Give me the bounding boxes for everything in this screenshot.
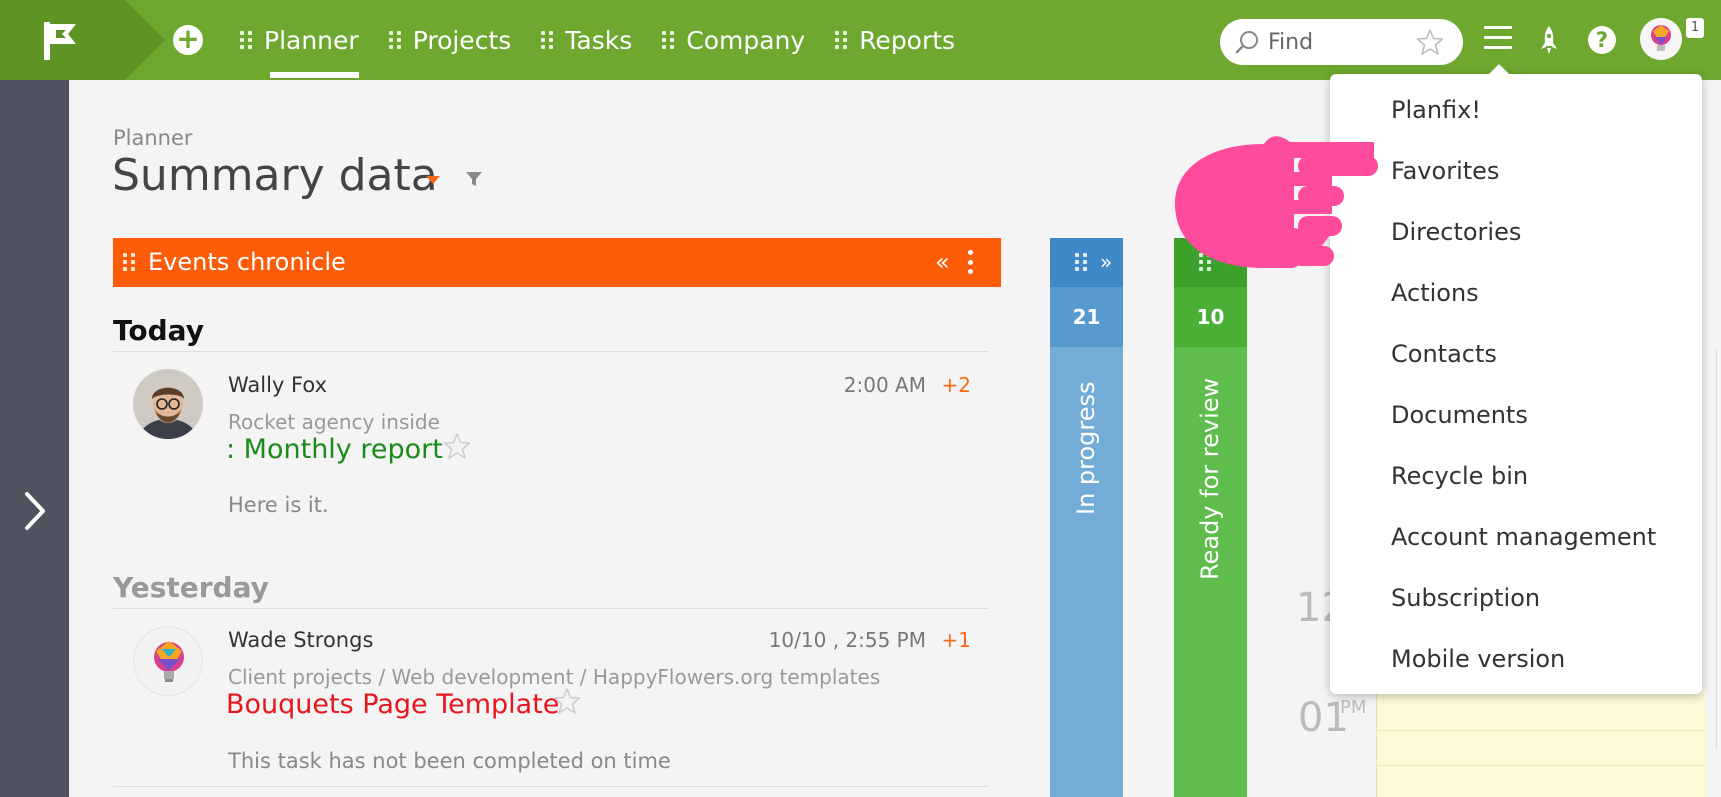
event-count-badge[interactable]: +2 — [942, 373, 971, 397]
events-chronicle-header: Events chronicle « — [113, 238, 1001, 287]
nav-label: Company — [686, 25, 806, 55]
menu-item-recycle-bin[interactable]: Recycle bin — [1391, 462, 1528, 490]
lightbulb-avatar-icon — [1640, 18, 1682, 60]
expand-icon[interactable]: » — [1100, 250, 1112, 274]
main-nav: Planner Projects Tasks Company Reports — [240, 0, 985, 80]
avatar[interactable] — [133, 369, 203, 439]
menu-item-documents[interactable]: Documents — [1391, 401, 1528, 429]
calendar-grid-line — [1376, 730, 1706, 731]
event-item[interactable]: Wade Strongs 10/10 , 2:55 PM +1 Client p… — [113, 608, 1001, 788]
panel-title: Events chronicle — [148, 248, 346, 276]
nav-label: Projects — [412, 25, 512, 55]
search-box — [1220, 19, 1463, 65]
kanban-column-label: In progress — [1072, 381, 1100, 515]
menu-item-account-management[interactable]: Account management — [1391, 523, 1656, 551]
drag-handle-icon[interactable] — [240, 28, 252, 52]
logo-arrow — [125, 0, 165, 80]
calendar-time-suffix: PM — [1340, 697, 1367, 718]
avatar[interactable] — [133, 626, 203, 696]
kanban-column-ready-for-review[interactable]: Ready for review — [1174, 347, 1247, 797]
rocket-icon[interactable] — [1536, 24, 1562, 56]
menu-item-actions[interactable]: Actions — [1391, 279, 1479, 307]
event-author[interactable]: Wally Fox — [228, 373, 327, 397]
nav-item-projects[interactable]: Projects — [388, 0, 512, 80]
kanban-column-count: 21 — [1050, 287, 1123, 347]
menu-item-mobile-version[interactable]: Mobile version — [1391, 645, 1565, 673]
event-text: This task has not been completed on time — [228, 749, 671, 773]
divider — [113, 786, 988, 787]
kanban-column-in-progress[interactable]: In progress — [1050, 347, 1123, 797]
planfix-logo-icon — [44, 22, 76, 60]
chevron-down-icon[interactable] — [426, 176, 440, 184]
event-task-link[interactable]: Bouquets Page Template — [226, 689, 559, 720]
person-avatar-image — [133, 369, 203, 439]
nav-label: Planner — [264, 25, 359, 55]
more-options-icon[interactable] — [968, 250, 974, 274]
calendar-slot[interactable] — [1376, 690, 1706, 797]
drag-handle-icon[interactable] — [835, 28, 848, 52]
menu-item-planfix[interactable]: Planfix! — [1391, 96, 1481, 124]
event-project[interactable]: Rocket agency inside — [228, 410, 440, 434]
kanban-column-label: Ready for review — [1196, 377, 1224, 580]
nav-item-tasks[interactable]: Tasks — [541, 0, 632, 80]
event-time: 2:00 AM — [843, 373, 926, 397]
main-menu-dropdown: Planfix! Favorites Directories Actions C… — [1330, 64, 1702, 694]
top-navigation-bar: + Planner Projects Tasks Company Reports — [0, 0, 1721, 80]
menu-item-subscription[interactable]: Subscription — [1391, 584, 1540, 612]
collapse-icon[interactable]: « — [935, 248, 950, 276]
drag-handle-icon[interactable] — [123, 250, 135, 274]
menu-item-contacts[interactable]: Contacts — [1391, 340, 1497, 368]
drag-handle-icon[interactable] — [662, 28, 675, 52]
logo-block[interactable] — [0, 0, 125, 80]
drag-handle-icon[interactable] — [541, 28, 554, 52]
day-heading-today: Today — [113, 314, 204, 347]
drag-handle-icon[interactable] — [1075, 250, 1087, 274]
drag-handle-icon[interactable] — [388, 28, 401, 52]
nav-label: Tasks — [565, 25, 633, 55]
event-time: 10/10 , 2:55 PM — [768, 628, 926, 652]
menu-item-directories[interactable]: Directories — [1391, 218, 1521, 246]
search-icon[interactable] — [1234, 29, 1260, 55]
nav-item-reports[interactable]: Reports — [835, 0, 955, 80]
day-heading-yesterday: Yesterday — [113, 571, 269, 604]
event-count-badge[interactable]: +1 — [942, 628, 971, 652]
left-side-rail — [0, 80, 69, 797]
pointing-hand-icon — [1175, 136, 1378, 268]
nav-label: Reports — [859, 25, 956, 55]
lightbulb-avatar-icon — [154, 641, 184, 682]
event-author[interactable]: Wade Strongs — [228, 628, 373, 652]
event-task-link[interactable]: : Monthly report — [226, 434, 443, 465]
menu-item-favorites[interactable]: Favorites — [1391, 157, 1499, 185]
expand-sidebar-icon[interactable] — [22, 490, 48, 532]
page-title[interactable]: Summary data — [112, 150, 438, 201]
help-icon[interactable]: ? — [1588, 26, 1616, 54]
event-project[interactable]: Client projects / Web development / Happ… — [228, 665, 880, 689]
nav-item-planner[interactable]: Planner — [240, 0, 359, 80]
kanban-column-count: 10 — [1174, 287, 1247, 347]
star-icon[interactable] — [553, 687, 581, 715]
filter-icon[interactable] — [465, 170, 483, 188]
star-icon[interactable] — [443, 432, 471, 460]
user-avatar[interactable] — [1640, 18, 1682, 60]
add-new-icon[interactable]: + — [173, 25, 203, 55]
calendar-edge — [1716, 350, 1721, 750]
breadcrumb[interactable]: Planner — [113, 126, 193, 150]
calendar-grid-line — [1376, 765, 1706, 766]
event-text: Here is it. — [228, 493, 329, 517]
nav-item-company[interactable]: Company — [662, 0, 805, 80]
notification-badge: 1 — [1686, 18, 1704, 38]
search-input[interactable] — [1268, 27, 1418, 57]
hamburger-menu-icon[interactable] — [1484, 26, 1512, 50]
event-item[interactable]: Wally Fox 2:00 AM +2 Rocket agency insid… — [113, 351, 1001, 521]
star-icon[interactable] — [1416, 28, 1444, 56]
